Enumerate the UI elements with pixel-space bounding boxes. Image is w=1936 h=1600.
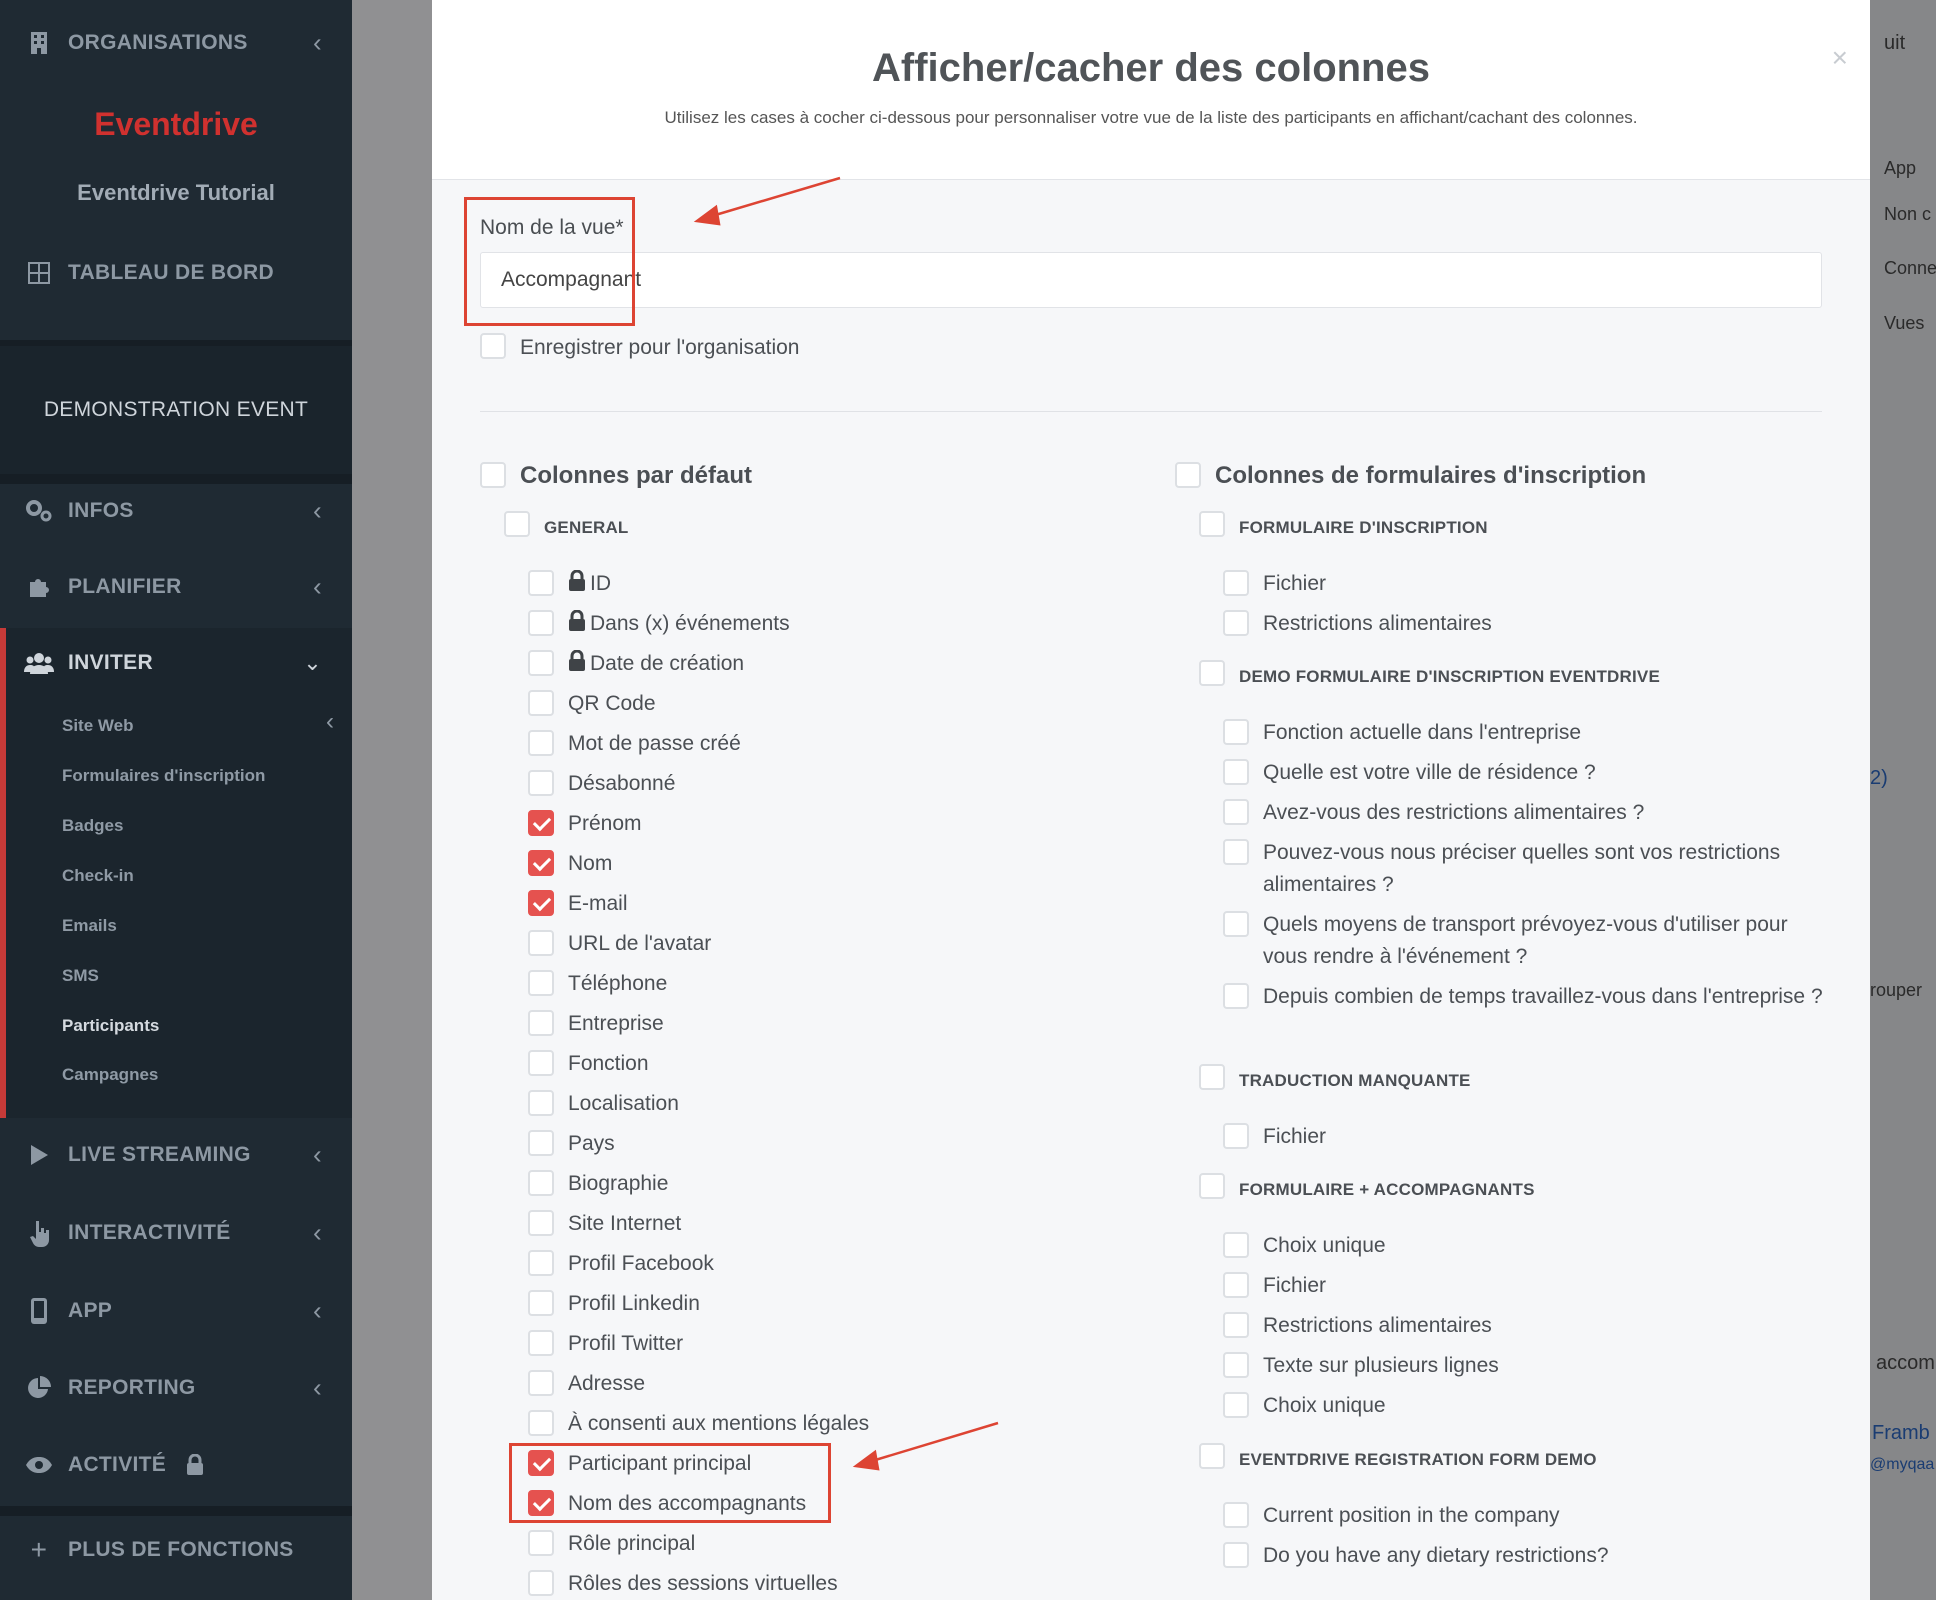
arrow-head: [852, 1449, 880, 1471]
arrow-head: [693, 204, 721, 226]
annotation-arrows: [693, 176, 999, 1471]
arrow-line: [871, 1421, 999, 1463]
arrow-line: [711, 176, 841, 218]
